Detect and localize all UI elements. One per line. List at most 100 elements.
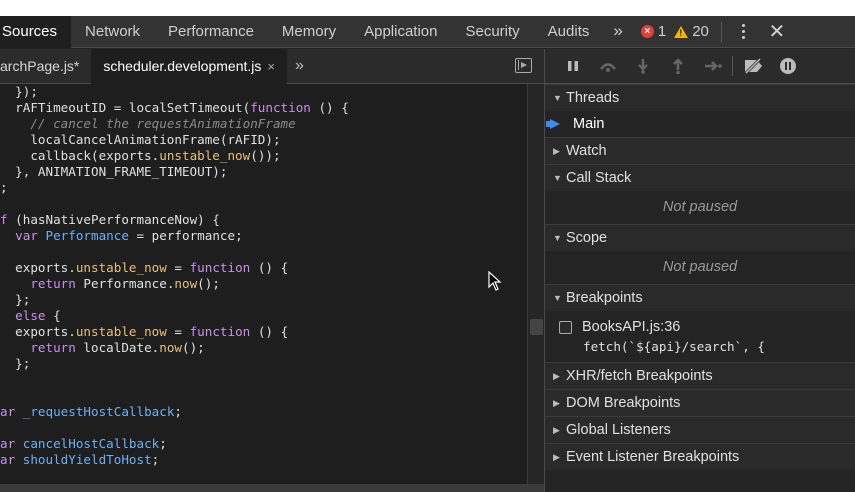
expanded-triangle-icon: ▼ (553, 232, 562, 243)
code-token: unstable_now (75, 260, 167, 275)
breakpoint-location[interactable]: BooksAPI.js:36 (582, 319, 680, 335)
editor-scrollbar[interactable] (527, 84, 544, 484)
step-into-icon[interactable] (625, 49, 660, 84)
code-line[interactable] (0, 468, 527, 484)
code-token: f (0, 212, 8, 227)
code-line[interactable]: // cancel the requestAnimationFrame (0, 116, 527, 132)
collapsed-triangle-icon: ▶ (553, 424, 560, 435)
code-line[interactable] (0, 420, 527, 436)
code-token: ar (0, 436, 16, 451)
kebab-menu-icon[interactable] (726, 16, 762, 48)
code-line[interactable]: rAFTimeoutID = localSetTimeout(function … (0, 100, 527, 116)
section-title: DOM Breakpoints (566, 394, 681, 411)
code-line[interactable]: localCancelAnimationFrame(rAFID); (0, 132, 527, 148)
code-line[interactable]: var Performance = performance; (0, 228, 527, 244)
code-line[interactable] (0, 388, 527, 404)
thread-main[interactable]: Main (545, 111, 855, 137)
code-token: function (189, 324, 251, 339)
tab-audits[interactable]: Audits (534, 16, 604, 48)
code-line[interactable] (0, 244, 527, 260)
dom-breakpoints-section-header[interactable]: ▶ DOM Breakpoints (545, 389, 855, 416)
code-token: exports. (0, 324, 76, 339)
event-listener-breakpoints-section-header[interactable]: ▶ Event Listener Breakpoints (545, 443, 855, 470)
horizontal-scrollbar[interactable] (0, 484, 544, 492)
tab-sources[interactable]: Sources (0, 15, 72, 48)
step-out-icon[interactable] (660, 49, 695, 84)
code-token: () { (250, 260, 289, 275)
code-line[interactable]: }; (0, 292, 527, 308)
scope-section-header[interactable]: ▼ Scope (545, 224, 855, 251)
code-token: (); (182, 340, 205, 355)
current-thread-arrow-icon (546, 119, 560, 129)
close-tab-icon[interactable]: × (267, 59, 275, 74)
code-token: ()); (250, 148, 281, 163)
code-token: }; (0, 356, 31, 371)
close-devtools-icon[interactable]: ✕ (762, 16, 792, 48)
code-line[interactable]: exports.unstable_now = function () { (0, 260, 527, 276)
error-icon: × (640, 25, 654, 38)
editor-tab-scheduler[interactable]: scheduler.development.js × (91, 48, 287, 84)
xhr-breakpoints-section-header[interactable]: ▶ XHR/fetch Breakpoints (545, 362, 855, 389)
code-line[interactable]: ar cancelHostCallback; (0, 436, 527, 452)
code-line[interactable]: ar _requestHostCallback; (0, 404, 527, 420)
toggle-debugger-icon[interactable] (515, 58, 532, 73)
code-line[interactable]: ar shouldYieldToHost; (0, 452, 527, 468)
code-line[interactable]: }; (0, 356, 527, 372)
step-over-icon[interactable] (590, 49, 625, 84)
code-token: (hasNativePerformanceNow) { (7, 212, 220, 227)
code-line[interactable]: callback(exports.unstable_now()); (0, 148, 527, 164)
code-line[interactable] (0, 372, 527, 388)
code-line[interactable] (0, 196, 527, 212)
code-token: localDate. (75, 340, 160, 355)
code-token: return (30, 340, 76, 355)
deactivate-breakpoints-icon[interactable] (735, 49, 770, 84)
code-line[interactable]: exports.unstable_now = function () { (0, 324, 527, 340)
code-token: cancelHostCallback (22, 436, 160, 451)
section-title: Scope (566, 229, 608, 246)
tab-network[interactable]: Network (71, 16, 154, 48)
global-listeners-section-header[interactable]: ▶ Global Listeners (545, 416, 855, 443)
expanded-triangle-icon: ▼ (553, 292, 562, 303)
code-line[interactable]: ; (0, 180, 527, 196)
code-token: function (189, 260, 251, 275)
code-token: }, ANIMATION_FRAME_TIMEOUT); (0, 164, 228, 179)
pause-icon[interactable] (555, 49, 590, 84)
tab-application[interactable]: Application (350, 16, 451, 48)
code-token: // cancel the requestAnimationFrame (30, 116, 296, 131)
call-stack-section-header[interactable]: ▼ Call Stack (545, 164, 855, 191)
code-line[interactable]: f (hasNativePerformanceNow) { (0, 212, 527, 228)
code-line[interactable]: }); (0, 84, 527, 100)
code-line[interactable]: else { (0, 308, 527, 324)
tab-performance[interactable]: Performance (154, 16, 268, 48)
console-status[interactable]: × 1 ! 20 (640, 23, 709, 40)
code-editor[interactable]: }); rAFTimeoutID = localSetTimeout(funct… (0, 84, 527, 484)
more-editor-tabs-button[interactable]: » (287, 57, 312, 75)
editor-tab-label: scheduler.development.js (103, 57, 262, 74)
code-line[interactable]: return Performance.now(); (0, 276, 527, 292)
tab-memory[interactable]: Memory (268, 16, 350, 48)
pause-on-exceptions-icon[interactable] (770, 49, 805, 84)
code-token: }); (0, 84, 38, 99)
code-line[interactable]: }, ANIMATION_FRAME_TIMEOUT); (0, 164, 527, 180)
code-token: { (45, 308, 61, 323)
breakpoints-section-header[interactable]: ▼ Breakpoints (545, 284, 855, 311)
toolbar-divider (720, 21, 722, 42)
tab-security[interactable]: Security (451, 16, 533, 48)
scrollbar-thumb[interactable] (530, 319, 543, 335)
watch-section-header[interactable]: ▶ Watch (545, 137, 855, 164)
code-token: ; (159, 436, 167, 451)
editor-tab-searchpage[interactable]: archPage.js* (0, 49, 91, 84)
code-token: unstable_now (159, 148, 251, 163)
breakpoint-checkbox[interactable] (559, 320, 572, 334)
more-tabs-button[interactable]: » (603, 16, 632, 48)
step-icon[interactable] (695, 49, 730, 84)
expanded-triangle-icon: ▼ (553, 172, 562, 183)
collapsed-triangle-icon: ▶ (553, 370, 560, 381)
threads-section-header[interactable]: ▼ Threads (545, 84, 855, 111)
section-title: Watch (566, 142, 607, 159)
breakpoint-code-snippet[interactable]: fetch(`${api}/search`, { (545, 337, 855, 357)
code-line[interactable]: return localDate.now(); (0, 340, 527, 356)
